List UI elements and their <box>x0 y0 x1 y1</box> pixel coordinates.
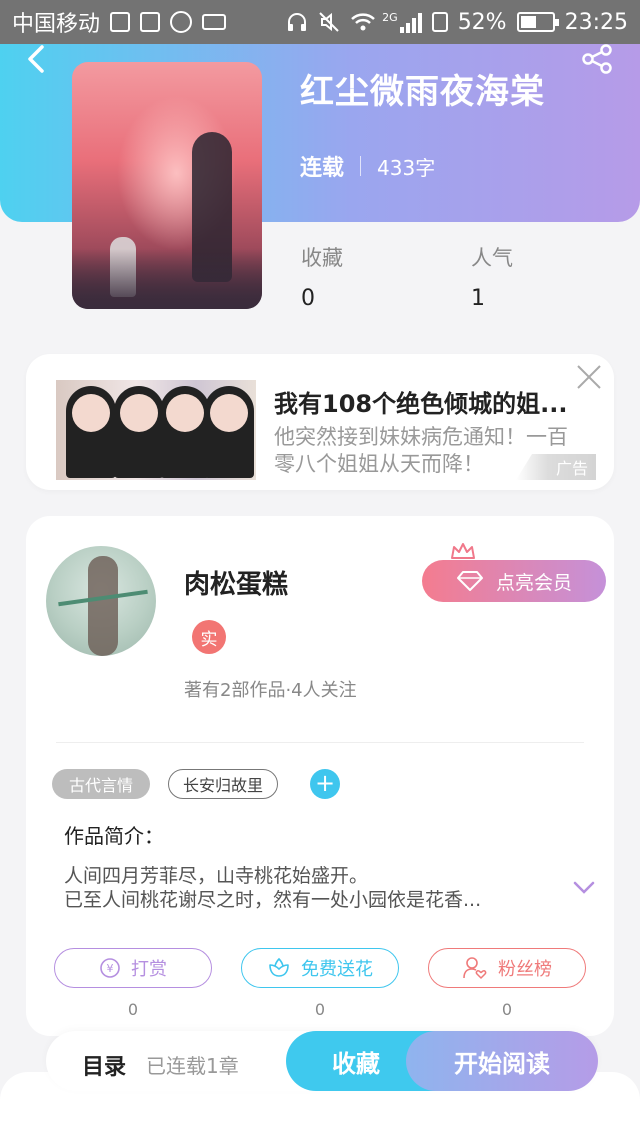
ad-banner[interactable]: 我有108个绝色倾城的姐... 他突然接到妹妹病危通知！一百零八个姐姐从天而降！… <box>26 354 614 490</box>
tag-genre[interactable]: 古代言情 <box>52 769 150 799</box>
book-cover[interactable] <box>72 62 262 309</box>
network-type: 2G <box>382 11 398 24</box>
ad-photo-face <box>166 394 204 432</box>
clock: 23:25 <box>564 9 628 35</box>
app-notification-icon <box>170 11 193 33</box>
stat-value: 0 <box>301 286 315 311</box>
tip-button-label: 打赏 <box>131 959 167 980</box>
add-tag-button[interactable]: + <box>310 769 340 799</box>
author-card: 肉松蛋糕 实 著有2部作品·4人关注 点亮会员 古代言情 长安归故里 + 作品简… <box>26 516 614 1036</box>
plus-icon: + <box>314 769 336 797</box>
flower-icon <box>269 957 289 977</box>
ad-label-text: 广告 <box>555 459 588 478</box>
stat-popularity: 人气 1 <box>471 242 513 311</box>
fan-count: 0 <box>501 1000 513 1019</box>
yen-coin-icon: ¥ <box>100 958 120 978</box>
tip-count: 0 <box>127 1000 139 1019</box>
intro-label: 作品简介： <box>64 824 164 848</box>
author-stats: 著有2部作品·4人关注 <box>184 680 357 701</box>
collect-button-label: 收藏 <box>332 1049 380 1078</box>
author-name[interactable]: 肉松蛋糕 <box>184 564 288 601</box>
bottom-action-bar: 目录 已连载1章 收藏 开始阅读 <box>46 1031 598 1091</box>
book-status: 连载 <box>300 156 345 181</box>
divider <box>56 742 584 743</box>
book-title: 红尘微雨夜海棠 <box>300 72 545 112</box>
book-meta: 连载 433字 <box>300 150 435 182</box>
send-flower-button-label: 免费送花 <box>301 959 373 980</box>
signal-icon <box>399 11 422 33</box>
chapter-count: 已连载1章 <box>146 1054 239 1078</box>
book-word-count: 433字 <box>377 155 436 180</box>
mute-icon <box>318 11 340 33</box>
diamond-icon <box>456 571 483 591</box>
crown-icon <box>451 543 475 559</box>
start-reading-button-label: 开始阅读 <box>454 1049 550 1078</box>
cover-ground <box>72 249 262 309</box>
chevron-left-icon <box>28 45 44 73</box>
table-of-contents-button[interactable]: 目录 <box>82 1049 126 1081</box>
intro-line: 已至人间桃花谢尽之时，然有一处小园依是花香... <box>64 889 482 911</box>
keyboard-icon <box>202 14 227 30</box>
svg-text:¥: ¥ <box>107 962 114 975</box>
carrier-name: 中国移动 <box>12 12 101 37</box>
battery-icon <box>516 12 559 32</box>
ad-photo-face <box>72 394 110 432</box>
ad-image <box>56 380 256 480</box>
fan-ranking-button-label: 粉丝榜 <box>498 959 552 980</box>
vip-button[interactable]: 点亮会员 <box>422 560 606 602</box>
intro-line: 人间四月芳菲尽，山寺桃花始盛开。 <box>64 865 369 887</box>
flower-count: 0 <box>314 1000 326 1019</box>
phone-storage-icon <box>431 12 448 32</box>
fan-ranking-button[interactable]: 粉丝榜 <box>428 948 586 988</box>
status-bar: 中国移动 2G 52% 23:25 <box>0 0 640 44</box>
ad-photo-face <box>120 394 158 432</box>
ad-close-button[interactable] <box>574 362 604 392</box>
chevron-down-icon <box>573 881 595 894</box>
ad-title: 我有108个绝色倾城的姐... <box>274 390 568 418</box>
start-reading-button[interactable]: 开始阅读 <box>406 1031 598 1091</box>
wifi-icon <box>350 11 376 33</box>
share-button[interactable] <box>580 44 616 76</box>
verified-badge: 实 <box>192 620 226 654</box>
stat-value: 1 <box>471 286 485 311</box>
avatar-figure <box>88 556 118 656</box>
expand-intro-button[interactable] <box>572 880 596 896</box>
tag-topic[interactable]: 长安归故里 <box>168 769 278 799</box>
intro-text: 人间四月芳菲尽，山寺桃花始盛开。 已至人间桃花谢尽之时，然有一处小园依是花香..… <box>64 864 534 912</box>
image-icon <box>140 12 161 32</box>
headphones-icon <box>286 11 308 33</box>
vip-button-label: 点亮会员 <box>495 571 572 594</box>
send-flower-button[interactable]: 免费送花 <box>241 948 399 988</box>
stat-label: 收藏 <box>301 246 343 270</box>
sim-alert-icon <box>110 12 131 32</box>
back-button[interactable] <box>22 44 52 74</box>
fan-heart-icon <box>463 957 487 979</box>
battery-level <box>520 16 537 28</box>
avatar[interactable] <box>46 546 156 656</box>
share-icon <box>582 44 612 74</box>
battery-percent: 52% <box>457 9 507 35</box>
tip-button[interactable]: ¥ 打赏 <box>54 948 212 988</box>
stat-favorites: 收藏 0 <box>301 242 343 311</box>
close-icon <box>577 365 601 389</box>
stat-label: 人气 <box>471 246 513 270</box>
ad-photo-face <box>210 394 248 432</box>
meta-divider <box>360 156 362 176</box>
